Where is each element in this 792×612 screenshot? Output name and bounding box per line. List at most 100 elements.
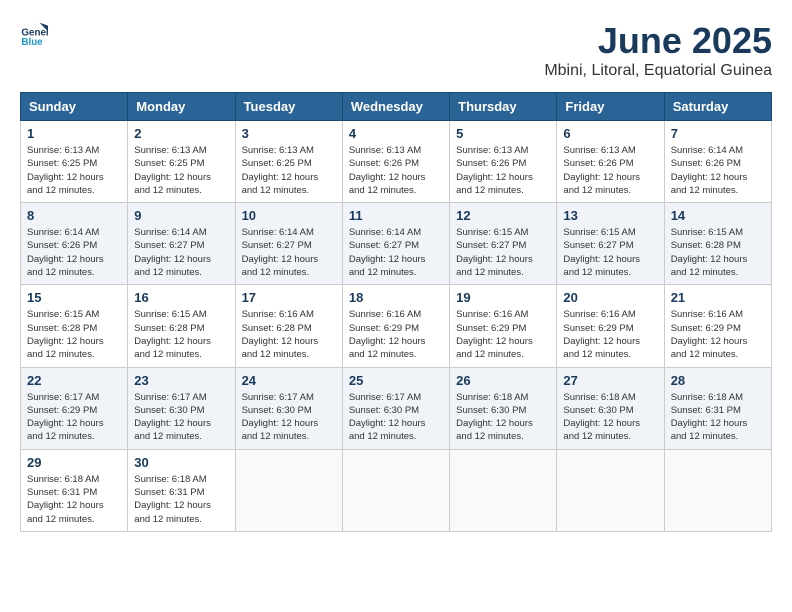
day-number: 7 bbox=[671, 126, 765, 141]
day-info: Sunrise: 6:15 AMSunset: 6:28 PMDaylight:… bbox=[134, 308, 228, 361]
column-header-wednesday: Wednesday bbox=[342, 93, 449, 121]
calendar-cell: 8 Sunrise: 6:14 AMSunset: 6:26 PMDaylight… bbox=[21, 203, 128, 285]
calendar-table: SundayMondayTuesdayWednesdayThursdayFrid… bbox=[20, 92, 772, 532]
calendar-cell bbox=[235, 449, 342, 531]
day-number: 10 bbox=[242, 208, 336, 223]
column-header-sunday: Sunday bbox=[21, 93, 128, 121]
day-info: Sunrise: 6:14 AMSunset: 6:26 PMDaylight:… bbox=[671, 144, 765, 197]
day-number: 16 bbox=[134, 290, 228, 305]
calendar-cell: 13Sunrise: 6:15 AMSunset: 6:27 PMDayligh… bbox=[557, 203, 664, 285]
column-header-friday: Friday bbox=[557, 93, 664, 121]
calendar-week-row: 8 Sunrise: 6:14 AMSunset: 6:26 PMDaylight… bbox=[21, 203, 772, 285]
calendar-cell: 26 Sunrise: 6:18 AMSunset: 6:30 PMDayligh… bbox=[450, 367, 557, 449]
calendar-cell: 17Sunrise: 6:16 AMSunset: 6:28 PMDayligh… bbox=[235, 285, 342, 367]
day-info: Sunrise: 6:16 AMSunset: 6:29 PMDaylight:… bbox=[563, 308, 657, 361]
calendar-cell: 5Sunrise: 6:13 AMSunset: 6:26 PMDaylight… bbox=[450, 121, 557, 203]
day-number: 5 bbox=[456, 126, 550, 141]
day-number: 21 bbox=[671, 290, 765, 305]
calendar-cell bbox=[450, 449, 557, 531]
calendar-week-row: 1 Sunrise: 6:13 AMSunset: 6:25 PMDaylight… bbox=[21, 121, 772, 203]
calendar-cell: 3 Sunrise: 6:13 AMSunset: 6:25 PMDaylight… bbox=[235, 121, 342, 203]
day-number: 4 bbox=[349, 126, 443, 141]
day-info: Sunrise: 6:16 AMSunset: 6:29 PMDaylight:… bbox=[671, 308, 765, 361]
calendar-cell: 11 Sunrise: 6:14 AMSunset: 6:27 PMDayligh… bbox=[342, 203, 449, 285]
day-number: 26 bbox=[456, 373, 550, 388]
calendar-cell bbox=[557, 449, 664, 531]
day-info: Sunrise: 6:18 AMSunset: 6:30 PMDaylight:… bbox=[563, 391, 657, 444]
calendar-cell bbox=[342, 449, 449, 531]
day-number: 9 bbox=[134, 208, 228, 223]
calendar-week-row: 29Sunrise: 6:18 AMSunset: 6:31 PMDayligh… bbox=[21, 449, 772, 531]
calendar-cell: 25 Sunrise: 6:17 AMSunset: 6:30 PMDayligh… bbox=[342, 367, 449, 449]
day-info: Sunrise: 6:17 AMSunset: 6:29 PMDaylight:… bbox=[27, 391, 121, 444]
month-title: June 2025 bbox=[544, 20, 772, 62]
day-info: Sunrise: 6:15 AMSunset: 6:27 PMDaylight:… bbox=[563, 226, 657, 279]
day-info: Sunrise: 6:13 AMSunset: 6:26 PMDaylight:… bbox=[563, 144, 657, 197]
logo: General Blue bbox=[20, 20, 48, 48]
calendar-cell: 30Sunrise: 6:18 AMSunset: 6:31 PMDayligh… bbox=[128, 449, 235, 531]
calendar-cell: 9 Sunrise: 6:14 AMSunset: 6:27 PMDaylight… bbox=[128, 203, 235, 285]
day-info: Sunrise: 6:13 AMSunset: 6:25 PMDaylight:… bbox=[242, 144, 336, 197]
day-number: 25 bbox=[349, 373, 443, 388]
day-info: Sunrise: 6:17 AMSunset: 6:30 PMDaylight:… bbox=[242, 391, 336, 444]
svg-text:Blue: Blue bbox=[21, 37, 43, 48]
day-number: 3 bbox=[242, 126, 336, 141]
day-info: Sunrise: 6:13 AMSunset: 6:26 PMDaylight:… bbox=[349, 144, 443, 197]
day-number: 11 bbox=[349, 208, 443, 223]
calendar-cell: 14 Sunrise: 6:15 AMSunset: 6:28 PMDayligh… bbox=[664, 203, 771, 285]
calendar-cell: 27 Sunrise: 6:18 AMSunset: 6:30 PMDayligh… bbox=[557, 367, 664, 449]
day-number: 2 bbox=[134, 126, 228, 141]
title-area: June 2025 Mbini, Litoral, Equatorial Gui… bbox=[544, 20, 772, 80]
day-number: 1 bbox=[27, 126, 121, 141]
day-info: Sunrise: 6:14 AMSunset: 6:26 PMDaylight:… bbox=[27, 226, 121, 279]
calendar-cell: 4 Sunrise: 6:13 AMSunset: 6:26 PMDaylight… bbox=[342, 121, 449, 203]
column-header-saturday: Saturday bbox=[664, 93, 771, 121]
day-number: 22 bbox=[27, 373, 121, 388]
calendar-cell: 10 Sunrise: 6:14 AMSunset: 6:27 PMDayligh… bbox=[235, 203, 342, 285]
column-header-thursday: Thursday bbox=[450, 93, 557, 121]
page-header: General Blue June 2025 Mbini, Litoral, E… bbox=[20, 20, 772, 80]
day-number: 20 bbox=[563, 290, 657, 305]
day-info: Sunrise: 6:15 AMSunset: 6:27 PMDaylight:… bbox=[456, 226, 550, 279]
day-number: 14 bbox=[671, 208, 765, 223]
logo-icon: General Blue bbox=[20, 20, 48, 48]
day-number: 27 bbox=[563, 373, 657, 388]
day-info: Sunrise: 6:13 AMSunset: 6:25 PMDaylight:… bbox=[134, 144, 228, 197]
calendar-cell: 29Sunrise: 6:18 AMSunset: 6:31 PMDayligh… bbox=[21, 449, 128, 531]
day-info: Sunrise: 6:15 AMSunset: 6:28 PMDaylight:… bbox=[671, 226, 765, 279]
day-info: Sunrise: 6:14 AMSunset: 6:27 PMDaylight:… bbox=[134, 226, 228, 279]
day-number: 19 bbox=[456, 290, 550, 305]
day-info: Sunrise: 6:17 AMSunset: 6:30 PMDaylight:… bbox=[134, 391, 228, 444]
day-info: Sunrise: 6:17 AMSunset: 6:30 PMDaylight:… bbox=[349, 391, 443, 444]
location-title: Mbini, Litoral, Equatorial Guinea bbox=[544, 62, 772, 80]
calendar-cell: 20 Sunrise: 6:16 AMSunset: 6:29 PMDayligh… bbox=[557, 285, 664, 367]
day-info: Sunrise: 6:14 AMSunset: 6:27 PMDaylight:… bbox=[242, 226, 336, 279]
calendar-cell: 22 Sunrise: 6:17 AMSunset: 6:29 PMDayligh… bbox=[21, 367, 128, 449]
calendar-cell: 7 Sunrise: 6:14 AMSunset: 6:26 PMDaylight… bbox=[664, 121, 771, 203]
calendar-cell: 16 Sunrise: 6:15 AMSunset: 6:28 PMDayligh… bbox=[128, 285, 235, 367]
day-info: Sunrise: 6:18 AMSunset: 6:31 PMDaylight:… bbox=[671, 391, 765, 444]
calendar-cell: 21 Sunrise: 6:16 AMSunset: 6:29 PMDayligh… bbox=[664, 285, 771, 367]
calendar-cell: 1 Sunrise: 6:13 AMSunset: 6:25 PMDaylight… bbox=[21, 121, 128, 203]
day-number: 8 bbox=[27, 208, 121, 223]
calendar-cell: 24 Sunrise: 6:17 AMSunset: 6:30 PMDayligh… bbox=[235, 367, 342, 449]
calendar-cell: 23Sunrise: 6:17 AMSunset: 6:30 PMDayligh… bbox=[128, 367, 235, 449]
column-header-monday: Monday bbox=[128, 93, 235, 121]
calendar-cell: 2 Sunrise: 6:13 AMSunset: 6:25 PMDaylight… bbox=[128, 121, 235, 203]
day-info: Sunrise: 6:18 AMSunset: 6:30 PMDaylight:… bbox=[456, 391, 550, 444]
calendar-cell: 18Sunrise: 6:16 AMSunset: 6:29 PMDayligh… bbox=[342, 285, 449, 367]
day-number: 6 bbox=[563, 126, 657, 141]
calendar-cell bbox=[664, 449, 771, 531]
day-number: 28 bbox=[671, 373, 765, 388]
column-header-tuesday: Tuesday bbox=[235, 93, 342, 121]
day-number: 30 bbox=[134, 455, 228, 470]
calendar-cell: 28 Sunrise: 6:18 AMSunset: 6:31 PMDayligh… bbox=[664, 367, 771, 449]
day-info: Sunrise: 6:15 AMSunset: 6:28 PMDaylight:… bbox=[27, 308, 121, 361]
day-number: 24 bbox=[242, 373, 336, 388]
day-info: Sunrise: 6:13 AMSunset: 6:25 PMDaylight:… bbox=[27, 144, 121, 197]
day-info: Sunrise: 6:14 AMSunset: 6:27 PMDaylight:… bbox=[349, 226, 443, 279]
day-info: Sunrise: 6:16 AMSunset: 6:29 PMDaylight:… bbox=[349, 308, 443, 361]
day-number: 29 bbox=[27, 455, 121, 470]
day-info: Sunrise: 6:16 AMSunset: 6:28 PMDaylight:… bbox=[242, 308, 336, 361]
calendar-cell: 15Sunrise: 6:15 AMSunset: 6:28 PMDayligh… bbox=[21, 285, 128, 367]
